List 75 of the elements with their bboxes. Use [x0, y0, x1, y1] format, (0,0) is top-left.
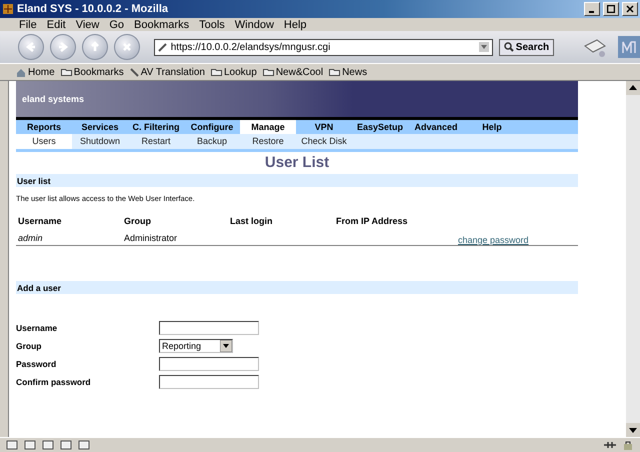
bookmark-item[interactable]: Home	[16, 66, 55, 78]
house-icon	[16, 68, 26, 76]
input-field[interactable]	[159, 375, 259, 389]
bookmark-item[interactable]: News	[329, 66, 368, 78]
folder-icon	[329, 68, 340, 76]
sub-nav-tab[interactable]: Restart	[128, 134, 184, 149]
page-title: User List	[264, 154, 330, 171]
nav-tab[interactable]: Configure	[184, 120, 240, 134]
table-cell-text: Administrator	[124, 232, 178, 242]
scroll-up-icon[interactable]	[626, 81, 640, 95]
bookmark-item[interactable]: Lookup	[211, 66, 257, 78]
lock-icon	[622, 440, 634, 450]
menu-item[interactable]: Help	[278, 18, 312, 30]
scrollbar[interactable]	[626, 81, 640, 437]
minimize-button[interactable]	[584, 2, 600, 16]
app-icon	[2, 3, 14, 15]
column-header: Group	[124, 216, 152, 226]
dropdown-icon	[220, 340, 232, 352]
menu-item[interactable]: View	[70, 18, 104, 30]
input-field[interactable]	[159, 357, 259, 371]
menu-item[interactable]: Edit	[42, 18, 71, 30]
folder-icon	[262, 68, 274, 76]
back-button[interactable]	[18, 34, 44, 60]
connection-icon	[604, 440, 616, 450]
back-arrow-icon	[24, 40, 38, 54]
nav-tab[interactable]: EasySetup	[352, 120, 408, 134]
menu-item[interactable]: Go	[104, 18, 130, 30]
sub-nav-tab[interactable]: Backup	[184, 134, 240, 149]
section-heading: Add a user	[16, 281, 578, 294]
field-label: Password	[16, 359, 58, 369]
column-header: From IP Address	[336, 216, 409, 226]
table-cell-text: admin	[18, 232, 44, 242]
menu-item[interactable]: Window	[230, 18, 279, 30]
forward-button[interactable]	[50, 34, 76, 60]
field-label: Username	[16, 323, 58, 333]
dropdown-icon[interactable]	[478, 42, 489, 52]
stop-button[interactable]	[114, 34, 140, 60]
scroll-down-icon[interactable]	[626, 423, 640, 437]
column-header: Last login	[230, 216, 274, 226]
bookmark-item[interactable]: New&Cool	[262, 66, 324, 78]
nav-tab[interactable]: C. Filtering	[128, 120, 184, 134]
sub-nav-tab[interactable]: Check Disk	[296, 134, 352, 149]
search-button[interactable]: Search	[498, 38, 554, 56]
search-icon	[504, 42, 514, 52]
close-icon	[626, 5, 634, 13]
nav-tab[interactable]: VPN	[296, 120, 352, 134]
nav-tab[interactable]: Advanced	[408, 120, 464, 134]
input-field[interactable]	[159, 321, 259, 335]
section-heading: User list	[16, 174, 578, 187]
nav-tab[interactable]: Reports	[16, 120, 72, 134]
column-header: Username	[18, 216, 63, 226]
folder-icon	[60, 68, 72, 76]
change-password-link[interactable]: change password	[458, 235, 529, 245]
menu-item[interactable]: Bookmarks	[129, 18, 194, 30]
nav-tab[interactable]: Manage	[240, 120, 296, 134]
sub-nav-tab[interactable]: Restore	[240, 134, 296, 149]
reload-button[interactable]	[82, 34, 108, 60]
group-select[interactable]: Reporting	[159, 339, 233, 353]
nav-tab[interactable]: Help	[464, 120, 520, 134]
field-label: Group	[16, 341, 42, 351]
menu-item[interactable]: Tools	[194, 18, 230, 30]
address-field[interactable]: https://10.0.0.2/elandsys/mngusr.cgi	[154, 38, 493, 56]
bookmark-item[interactable]: Bookmarks	[60, 66, 124, 78]
maximize-icon	[607, 5, 615, 13]
folder-icon	[211, 68, 222, 76]
maximize-button[interactable]	[603, 2, 619, 16]
nav-tab[interactable]: Services	[72, 120, 128, 134]
sub-nav-tab[interactable]: Users	[16, 134, 72, 149]
brand-name: eland systems	[22, 94, 84, 104]
sub-nav-tab[interactable]: Shutdown	[72, 134, 128, 149]
menu-item[interactable]: File	[14, 18, 42, 30]
window-title: Eland SYS - 10.0.0.2 - Mozilla	[17, 3, 169, 15]
bookmark-item[interactable]: AV Translation	[130, 66, 205, 78]
close-button[interactable]	[622, 2, 638, 16]
field-label: Confirm password	[16, 377, 92, 387]
